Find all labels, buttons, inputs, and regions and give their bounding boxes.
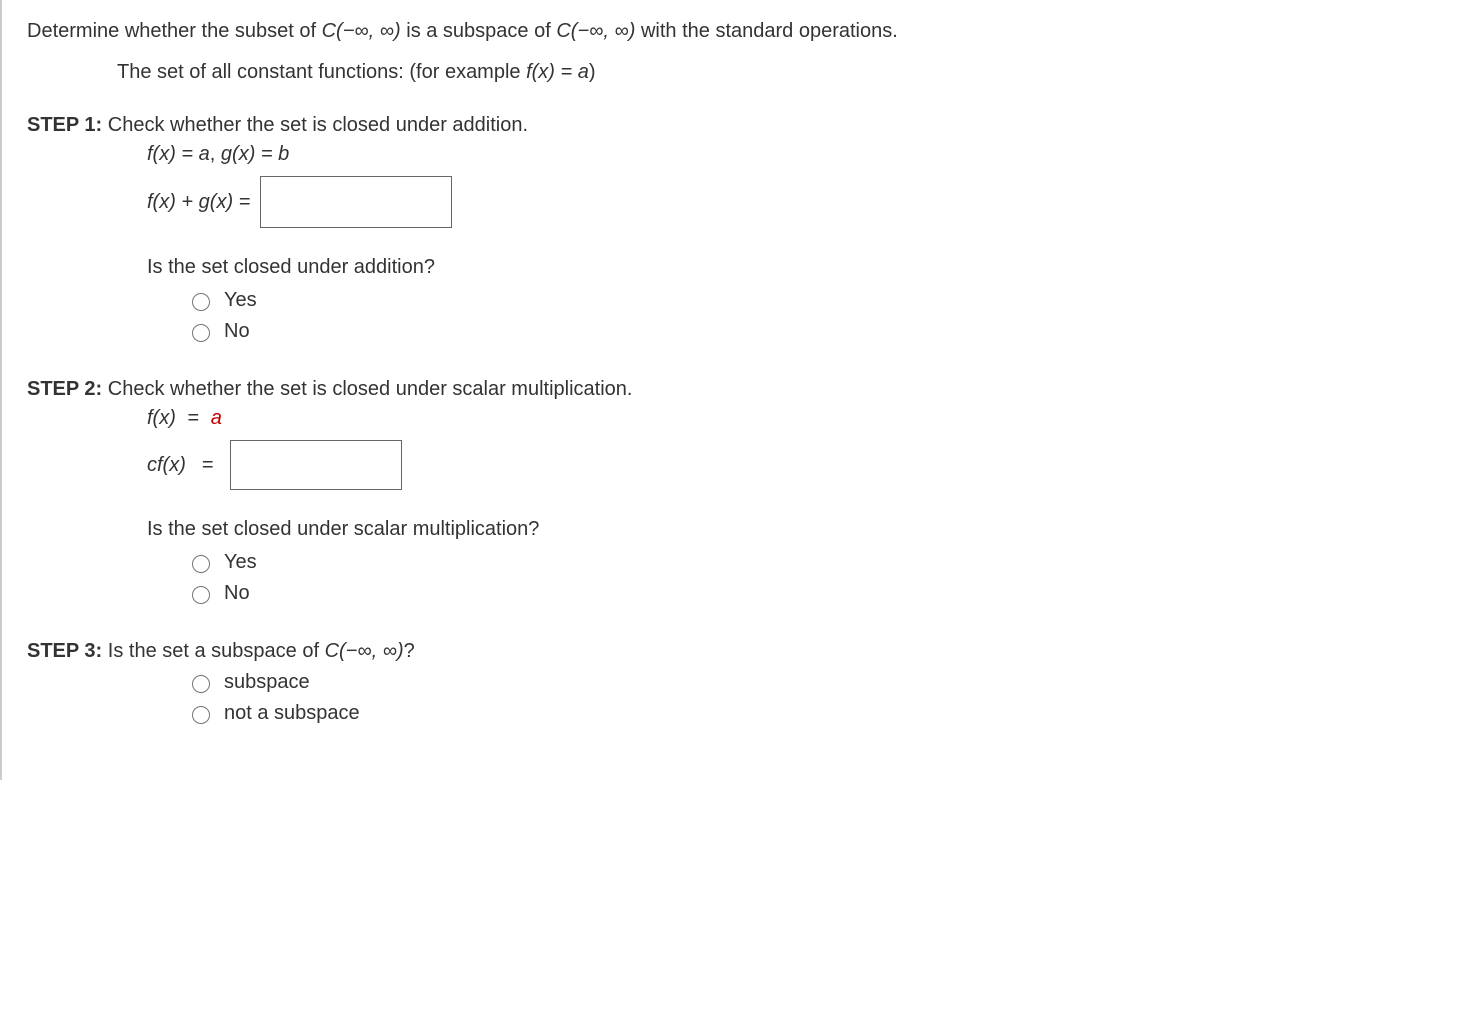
step-3-option-subspace-label: subspace — [224, 671, 310, 694]
prompt-text: is a subspace of — [401, 20, 557, 42]
subset-description: The set of all constant functions: (for … — [117, 61, 1467, 84]
step-2-body: f(x) = a cf(x) = Is the set closed under… — [147, 407, 1467, 605]
step-3-radio-group: subspace not a subspace — [187, 671, 1467, 725]
subset-example: f(x) = a — [526, 61, 589, 83]
step-3-radio-subspace[interactable] — [192, 675, 210, 693]
step-1-option-no-row: No — [187, 320, 1467, 343]
step-2-heading: STEP 2: Check whether the set is closed … — [27, 378, 1467, 401]
step-3-label: STEP 3: — [27, 640, 102, 662]
subset-desc-text: The set of all constant functions: (for … — [117, 61, 526, 83]
given-g: g(x) = b — [221, 143, 289, 165]
step-3-heading-suffix: ? — [404, 640, 415, 662]
step-3-cset: C(−∞, ∞) — [325, 640, 404, 662]
step-2-expression-row: cf(x) = — [147, 440, 1467, 490]
step-2-option-no-label: No — [224, 582, 250, 605]
step-1-heading: STEP 1: Check whether the set is closed … — [27, 114, 1467, 137]
step-2-radio-no[interactable] — [192, 586, 210, 604]
step-2-option-no-row: No — [187, 582, 1467, 605]
step-2-radio-group: Yes No — [187, 551, 1467, 605]
step-2-expr-lhs: cf(x) — [147, 454, 186, 477]
question-container: Determine whether the subset of C(−∞, ∞)… — [0, 0, 1467, 780]
step-3-option-not-subspace-label: not a subspace — [224, 702, 360, 725]
step-1-answer-input[interactable] — [260, 176, 452, 228]
given-f: f(x) = a — [147, 143, 210, 165]
step-3-option-subspace-row: subspace — [187, 671, 1467, 694]
step-3-body: subspace not a subspace — [147, 671, 1467, 725]
step-3-radio-not-subspace[interactable] — [192, 706, 210, 724]
step-3: STEP 3: Is the set a subspace of C(−∞, ∞… — [27, 640, 1467, 725]
step-2-radio-yes[interactable] — [192, 555, 210, 573]
step-2-label: STEP 2: — [27, 378, 102, 400]
step-1-subquestion: Is the set closed under addition? — [147, 256, 1467, 279]
step-1-given: f(x) = a, g(x) = b — [147, 143, 1467, 166]
c-set-1: C(−∞, ∞) — [322, 20, 401, 42]
given-f-lhs: f(x) — [147, 407, 176, 429]
step-1-radio-no[interactable] — [192, 324, 210, 342]
step-2-subquestion: Is the set closed under scalar multiplic… — [147, 518, 1467, 541]
step-1: STEP 1: Check whether the set is closed … — [27, 114, 1467, 343]
step-2: STEP 2: Check whether the set is closed … — [27, 378, 1467, 605]
step-2-heading-text: Check whether the set is closed under sc… — [102, 378, 632, 400]
step-2-option-yes-row: Yes — [187, 551, 1467, 574]
given-f-rhs: a — [211, 407, 222, 429]
step-1-option-yes-label: Yes — [224, 289, 257, 312]
step-1-option-no-label: No — [224, 320, 250, 343]
c-set-2: C(−∞, ∞) — [556, 20, 635, 42]
step-3-heading-prefix: Is the set a subspace of — [102, 640, 324, 662]
step-1-expr-lhs: f(x) + g(x) = — [147, 191, 250, 214]
equals-sign: = — [182, 407, 205, 429]
equals-sign: = — [202, 454, 214, 477]
step-1-radio-yes[interactable] — [192, 293, 210, 311]
step-1-body: f(x) = a, g(x) = b f(x) + g(x) = Is the … — [147, 143, 1467, 343]
given-sep: , — [210, 143, 221, 165]
prompt-text: Determine whether the subset of — [27, 20, 322, 42]
step-3-option-not-subspace-row: not a subspace — [187, 702, 1467, 725]
subset-desc-text: ) — [589, 61, 596, 83]
step-1-label: STEP 1: — [27, 114, 102, 136]
step-3-heading: STEP 3: Is the set a subspace of C(−∞, ∞… — [27, 640, 1467, 663]
step-1-radio-group: Yes No — [187, 289, 1467, 343]
step-1-option-yes-row: Yes — [187, 289, 1467, 312]
step-1-heading-text: Check whether the set is closed under ad… — [102, 114, 528, 136]
step-2-option-yes-label: Yes — [224, 551, 257, 574]
prompt-text: with the standard operations. — [635, 20, 897, 42]
step-1-expression-row: f(x) + g(x) = — [147, 176, 1467, 228]
step-2-given: f(x) = a — [147, 407, 1467, 430]
step-2-answer-input[interactable] — [230, 440, 402, 490]
question-prompt: Determine whether the subset of C(−∞, ∞)… — [27, 20, 1467, 43]
